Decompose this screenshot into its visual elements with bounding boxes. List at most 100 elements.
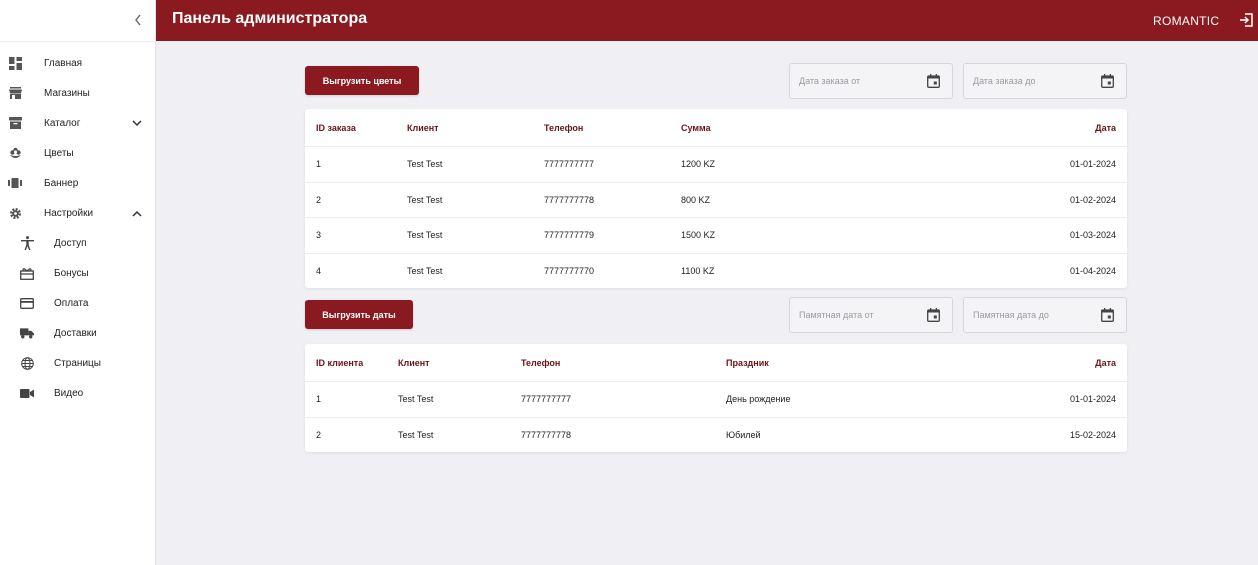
table-row[interactable]: 3 Test Test 7777777779 1500 KZ 01-03-202…	[305, 217, 1127, 253]
sidebar-item-label: Видео	[54, 387, 84, 399]
video-icon	[20, 386, 34, 400]
column-header[interactable]: Праздник	[726, 358, 769, 368]
chevron-up-icon[interactable]	[132, 208, 142, 218]
calendar-icon[interactable]	[1101, 308, 1115, 322]
sidebar-item-label: Каталог	[44, 117, 81, 129]
client-id-cell: 1	[316, 394, 322, 405]
sidebar-nav: Главная Магазины Каталог Цветы Баннер На…	[0, 48, 156, 408]
client-cell: Test Test	[398, 394, 434, 405]
order-id-cell: 1	[316, 159, 322, 170]
sidebar-item-stores[interactable]: Магазины	[0, 78, 156, 108]
sidebar-item-label: Бонусы	[54, 267, 89, 279]
table-header-row: ID клиента Клиент Телефон Праздник Дата	[305, 344, 1127, 381]
sidebar-item-catalog[interactable]: Каталог	[0, 108, 156, 138]
calendar-icon[interactable]	[1101, 74, 1115, 88]
order-date-to-field[interactable]: Дата заказа до	[963, 63, 1127, 99]
memorable-date-from-field[interactable]: Памятная дата от	[789, 297, 953, 333]
order-date-to-placeholder: Дата заказа до	[973, 76, 1036, 86]
globe-icon	[20, 356, 34, 370]
collapse-sidebar-chevron-left-icon[interactable]	[131, 12, 145, 28]
date-cell: 01-02-2024	[1069, 194, 1116, 205]
calendar-icon[interactable]	[927, 74, 941, 88]
archive-icon	[8, 116, 22, 130]
table-row[interactable]: 2 Test Test 7777777778 Юбилей 15-02-2024	[305, 416, 1127, 453]
amount-cell: 1200 KZ	[681, 159, 716, 170]
client-id-cell: 2	[316, 429, 322, 440]
sidebar-item-access[interactable]: Доступ	[0, 228, 156, 258]
sidebar-item-flowers[interactable]: Цветы	[0, 138, 156, 168]
sidebar-item-main[interactable]: Главная	[0, 48, 156, 78]
memorable-date-from-placeholder: Памятная дата от	[799, 310, 874, 320]
gift-icon	[20, 266, 34, 280]
sidebar-item-label: Магазины	[44, 87, 90, 99]
client-cell: Test Test	[407, 194, 443, 205]
logout-icon[interactable]	[1239, 13, 1253, 27]
export-dates-button[interactable]: Выгрузить даты	[305, 300, 413, 329]
client-cell: Test Test	[398, 429, 434, 440]
phone-cell: 7777777779	[544, 230, 595, 241]
amount-cell: 1500 KZ	[681, 230, 716, 241]
column-header[interactable]: Дата	[1095, 123, 1116, 133]
calendar-icon[interactable]	[927, 308, 941, 322]
amount-cell: 1100 KZ	[681, 265, 715, 276]
export-flowers-button[interactable]: Выгрузить цветы	[305, 66, 419, 95]
order-id-cell: 2	[316, 194, 322, 205]
date-cell: 15-02-2024	[1069, 429, 1116, 440]
sidebar-item-label: Баннер	[44, 177, 79, 189]
sidebar-item-video[interactable]: Видео	[0, 378, 156, 408]
sidebar-item-label: Настройки	[44, 207, 94, 219]
sidebar: Главная Магазины Каталог Цветы Баннер На…	[0, 0, 156, 565]
order-date-from-placeholder: Дата заказа от	[799, 76, 861, 86]
amount-cell: 800 KZ	[681, 194, 711, 205]
banner-icon	[8, 176, 22, 190]
sidebar-item-label: Страницы	[54, 357, 101, 369]
sidebar-item-bonuses[interactable]: Бонусы	[0, 258, 156, 288]
sidebar-item-payment[interactable]: Оплата	[0, 288, 156, 318]
sidebar-item-delivery[interactable]: Доставки	[0, 318, 156, 348]
sidebar-item-label: Доступ	[54, 237, 87, 249]
column-header[interactable]: Сумма	[681, 123, 711, 133]
column-header[interactable]: Телефон	[544, 123, 583, 133]
order-date-from-field[interactable]: Дата заказа от	[789, 63, 953, 99]
column-header[interactable]: Телефон	[521, 358, 560, 368]
phone-cell: 7777777777	[521, 394, 572, 405]
holiday-cell: Юбилей	[726, 429, 761, 440]
client-cell: Test Test	[407, 159, 443, 170]
chevron-down-icon[interactable]	[132, 118, 142, 128]
sidebar-item-settings[interactable]: Настройки	[0, 198, 156, 228]
date-cell: 01-04-2024	[1069, 265, 1116, 276]
client-cell: Test Test	[407, 230, 443, 241]
memorable-date-to-placeholder: Памятная дата до	[973, 310, 1049, 320]
date-cell: 01-01-2024	[1069, 394, 1116, 405]
page-title: Панель администратора	[172, 10, 368, 27]
sidebar-item-label: Доставки	[54, 327, 97, 339]
credit-card-icon	[20, 296, 34, 310]
table-row[interactable]: 1 Test Test 7777777777 1200 KZ 01-01-202…	[305, 146, 1127, 182]
store-icon	[8, 86, 22, 100]
accessibility-icon	[20, 236, 34, 250]
memorable-dates-table: ID клиента Клиент Телефон Праздник Дата …	[305, 344, 1127, 452]
phone-cell: 7777777778	[544, 194, 595, 205]
brand-logo: ROMANTIC	[1153, 14, 1220, 28]
order-id-cell: 4	[316, 265, 322, 276]
flower-icon	[8, 146, 22, 160]
column-header[interactable]: Клиент	[407, 123, 439, 133]
sidebar-item-label: Оплата	[54, 297, 89, 309]
table-row[interactable]: 4 Test Test 7777777770 1100 KZ 01-04-202…	[305, 252, 1127, 289]
column-header[interactable]: Клиент	[398, 358, 430, 368]
order-id-cell: 3	[316, 230, 322, 241]
phone-cell: 7777777770	[544, 265, 595, 276]
column-header[interactable]: ID заказа	[316, 123, 356, 133]
sidebar-item-pages[interactable]: Страницы	[0, 348, 156, 378]
sidebar-item-banner[interactable]: Баннер	[0, 168, 156, 198]
column-header[interactable]: Дата	[1095, 358, 1116, 368]
app-header: Панель администратора ROMANTIC	[156, 0, 1258, 41]
column-header[interactable]: ID клиента	[316, 358, 363, 368]
table-row[interactable]: 2 Test Test 7777777778 800 KZ 01-02-2024	[305, 181, 1127, 218]
gear-icon	[8, 206, 22, 220]
holiday-cell: День рождение	[726, 394, 791, 405]
client-cell: Test Test	[407, 265, 443, 276]
memorable-date-to-field[interactable]: Памятная дата до	[963, 297, 1127, 333]
table-row[interactable]: 1 Test Test 7777777777 День рождение 01-…	[305, 381, 1127, 417]
dashboard-icon	[8, 56, 22, 70]
